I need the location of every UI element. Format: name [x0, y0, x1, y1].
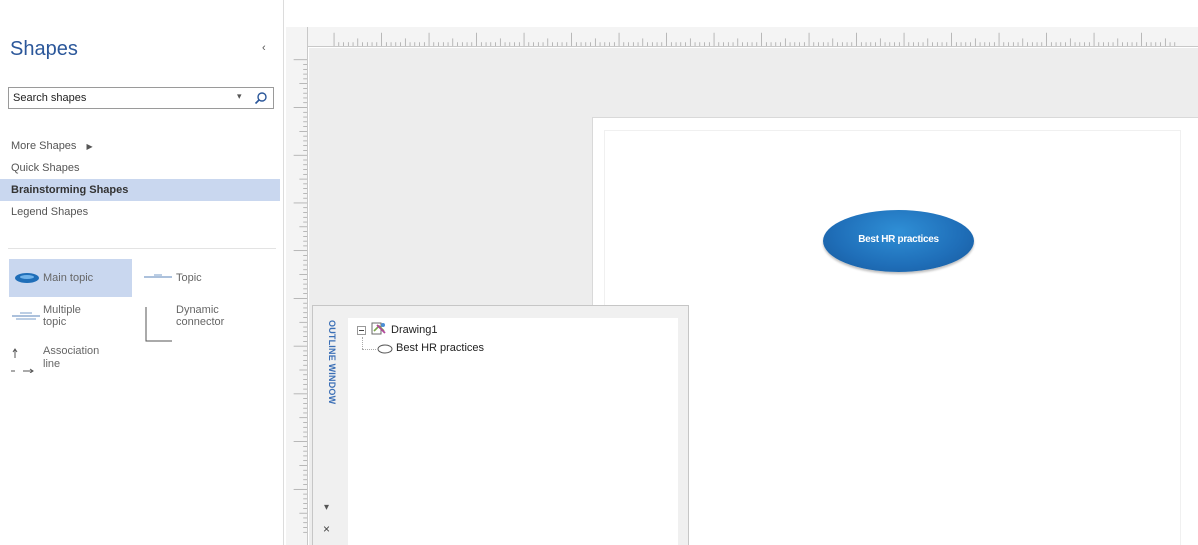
- master-dynamic-connector-label-1: Dynamic: [176, 304, 219, 316]
- stencil-list: More Shapes ▶ Quick Shapes Brainstorming …: [0, 135, 280, 223]
- search-shapes-input[interactable]: [13, 90, 223, 106]
- master-topic[interactable]: Topic: [140, 262, 240, 292]
- multiple-topic-icon: [12, 312, 40, 320]
- tree-node-main-topic[interactable]: Best HR practices: [396, 342, 484, 354]
- master-multiple-topic[interactable]: Multiple topic: [9, 303, 129, 335]
- master-association-line[interactable]: Association line: [9, 344, 129, 376]
- chevron-right-icon: ▶: [86, 142, 93, 151]
- master-association-line-label-2: line: [43, 358, 61, 370]
- tree-connector-line: [362, 349, 376, 350]
- master-dynamic-connector-label-2: connector: [176, 316, 225, 328]
- drawing-icon: [371, 322, 386, 335]
- outline-window-tab[interactable]: OUTLINE WINDOW: [323, 320, 337, 450]
- tree-node-drawing[interactable]: Drawing1: [391, 324, 437, 336]
- stencil-legend-shapes[interactable]: Legend Shapes: [0, 201, 280, 223]
- search-icon[interactable]: [254, 91, 268, 105]
- master-main-topic[interactable]: Main topic: [9, 259, 132, 297]
- search-options-dropdown[interactable]: ▾: [237, 91, 242, 102]
- topic-line-icon: [144, 274, 172, 278]
- master-main-topic-label: Main topic: [43, 272, 94, 284]
- outline-tree: Drawing1 Best HR practices: [348, 318, 678, 545]
- collapse-tree-node-button[interactable]: [357, 326, 366, 335]
- pane-divider: [8, 248, 276, 249]
- master-topic-label: Topic: [176, 272, 202, 284]
- stencil-more-shapes[interactable]: More Shapes ▶: [0, 135, 280, 157]
- main-topic-icon: [15, 273, 39, 283]
- outline-window-title: OUTLINE WINDOW: [327, 320, 337, 405]
- horizontal-ruler[interactable]: [308, 27, 1198, 47]
- pin-window-button[interactable]: ▾: [324, 502, 329, 513]
- master-association-line-label-1: Association: [43, 345, 100, 357]
- main-topic-shape-label: Best HR practices: [858, 234, 939, 245]
- main-topic-shape[interactable]: Best HR practices: [823, 210, 974, 272]
- search-shapes-box[interactable]: ▾: [8, 87, 274, 109]
- close-outline-window-button[interactable]: ×: [323, 522, 330, 536]
- collapse-shapes-pane-button[interactable]: ‹: [262, 42, 266, 54]
- stencil-quick-shapes[interactable]: Quick Shapes: [0, 157, 280, 179]
- stencil-brainstorming-shapes[interactable]: Brainstorming Shapes: [0, 179, 280, 201]
- shapes-pane-title: Shapes: [10, 38, 78, 60]
- ellipse-topic-icon: [377, 344, 393, 354]
- page-margin-guide: [604, 130, 1181, 545]
- master-dynamic-connector[interactable]: Dynamic connector: [140, 303, 250, 345]
- dynamic-connector-icon: [145, 307, 172, 342]
- master-multiple-topic-label-2: topic: [43, 316, 67, 328]
- association-line-icon: [11, 348, 34, 373]
- stencil-more-shapes-label: More Shapes: [11, 140, 77, 152]
- outline-window: OUTLINE WINDOW ▾ × Drawing1 Best HR prac…: [312, 305, 689, 545]
- shapes-pane: Shapes ‹ ▾ More Shapes ▶ Quick Shapes Bra…: [0, 0, 284, 545]
- master-multiple-topic-label-1: Multiple: [43, 304, 81, 316]
- tree-connector-line: [362, 337, 363, 349]
- vertical-ruler[interactable]: [286, 27, 308, 545]
